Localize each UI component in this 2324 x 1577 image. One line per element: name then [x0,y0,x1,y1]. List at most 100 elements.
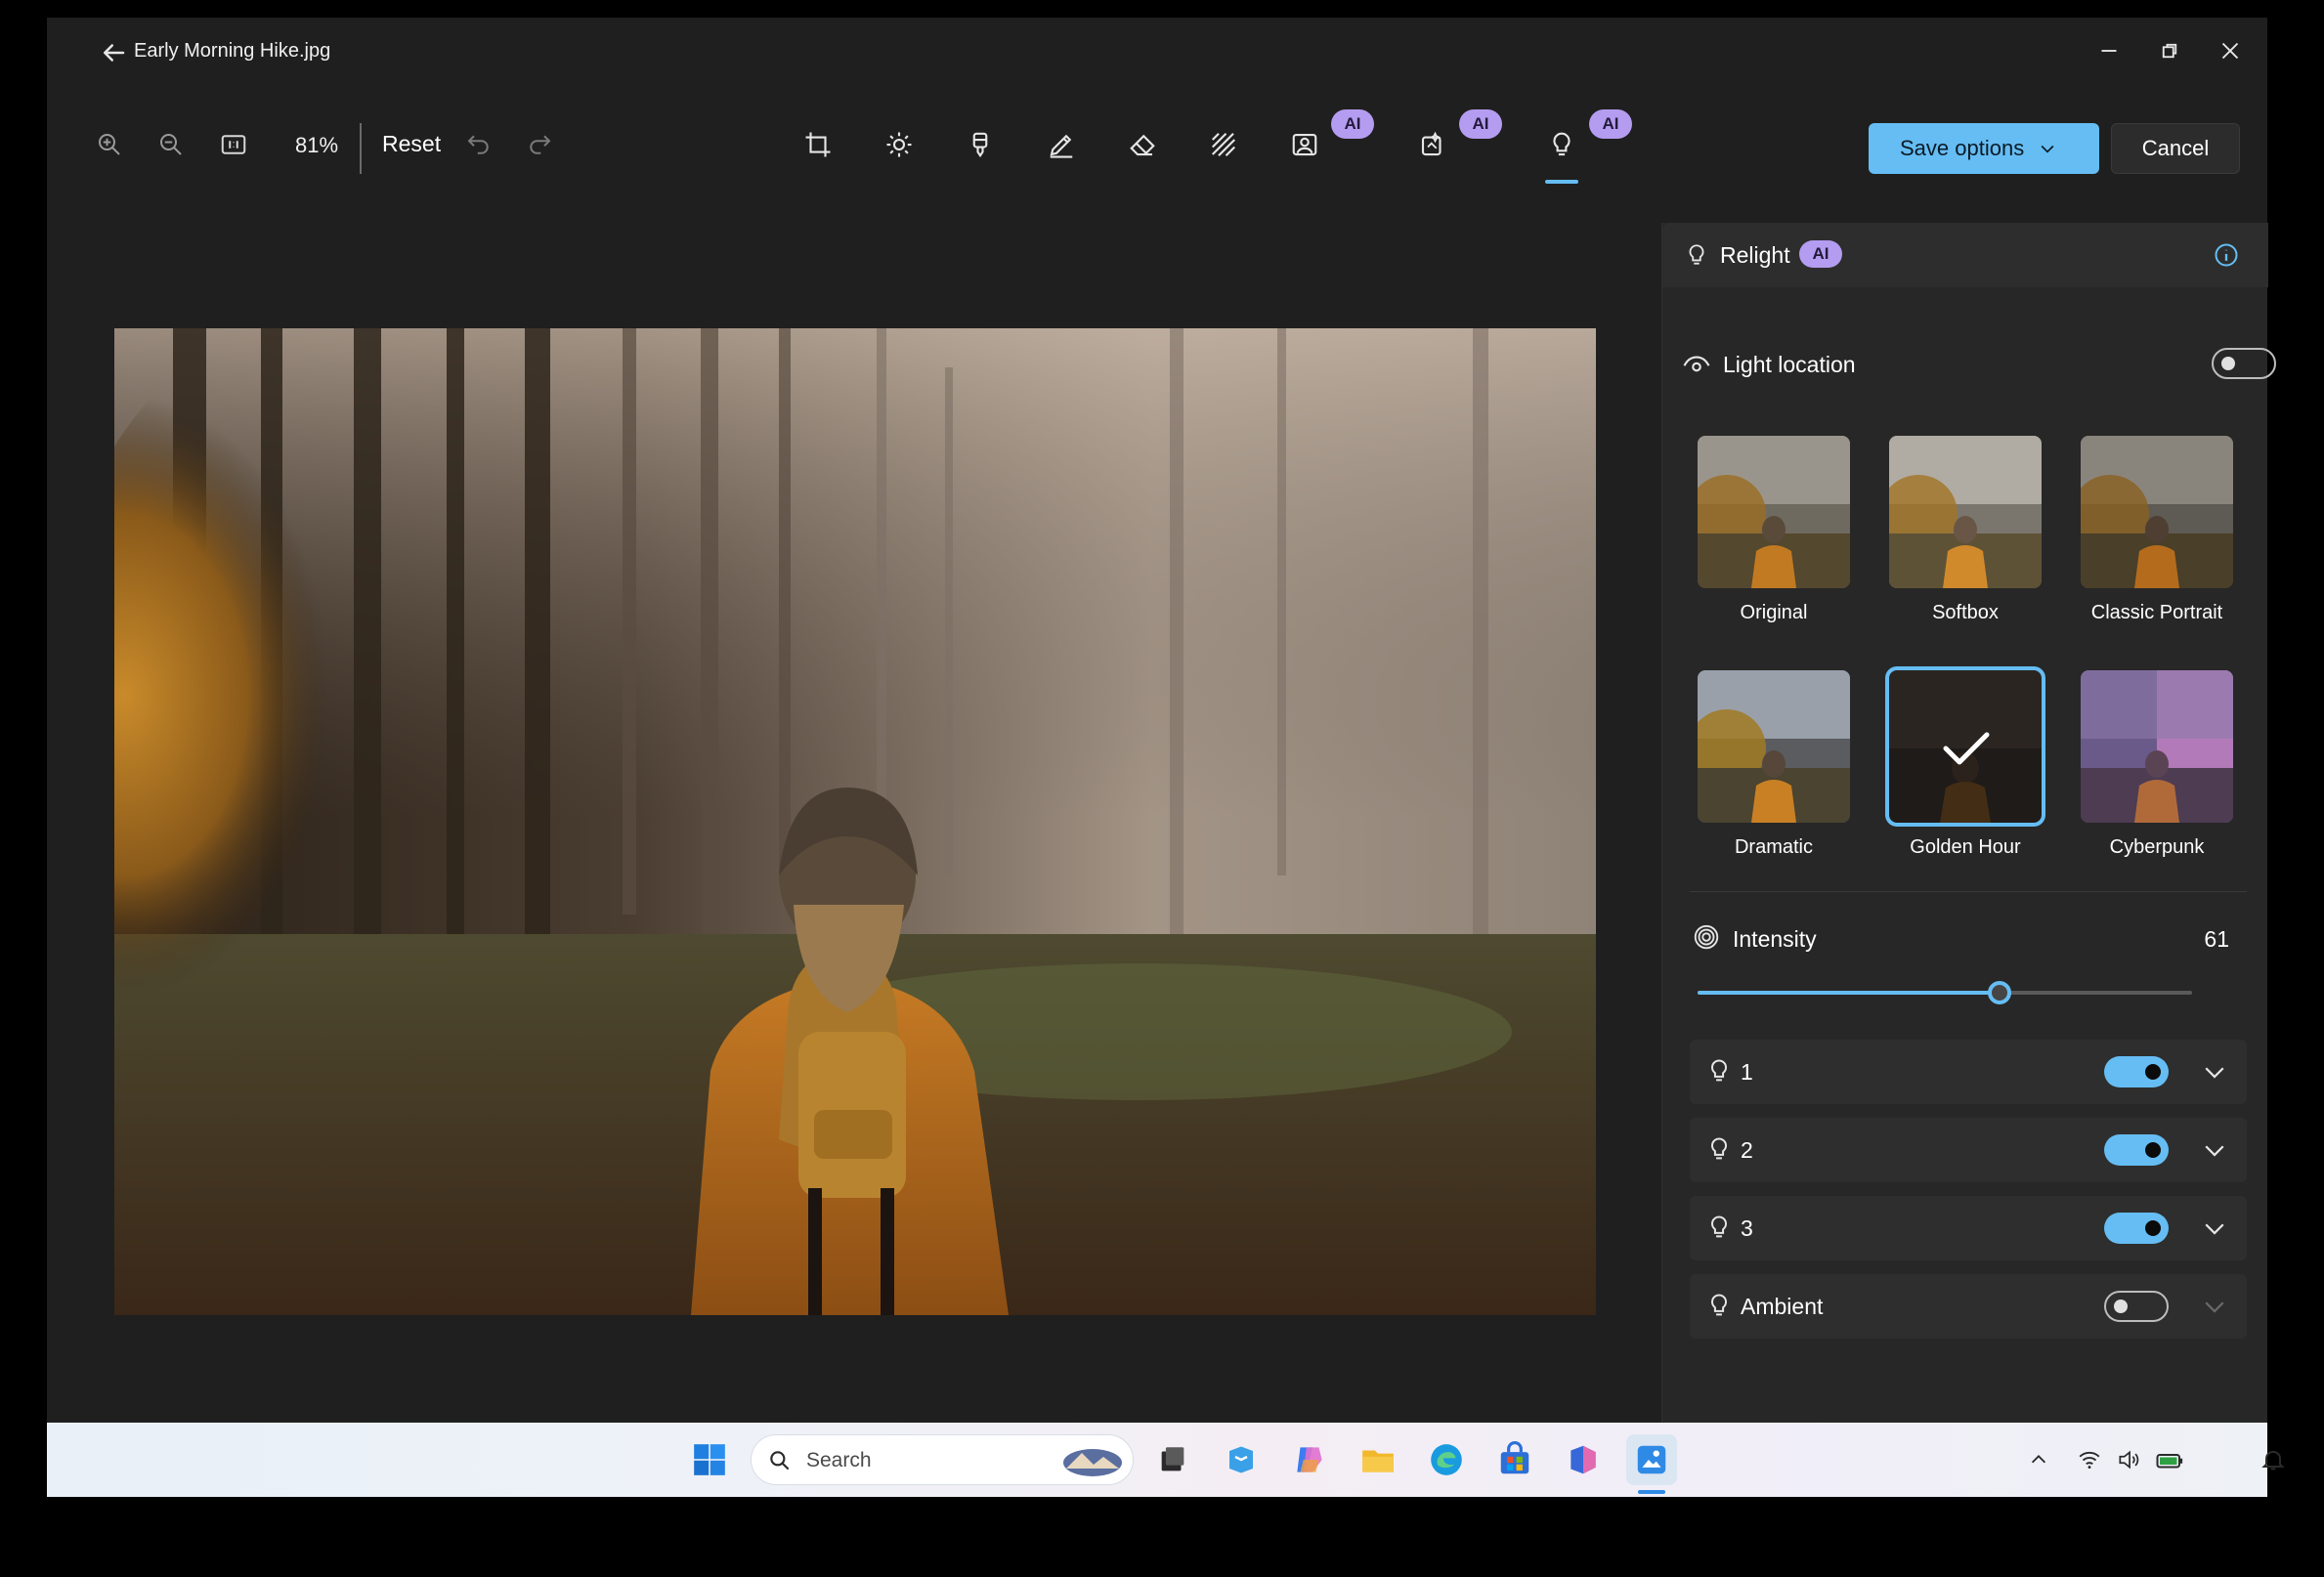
volume-button[interactable] [2109,1434,2148,1485]
network-button[interactable] [2070,1434,2109,1485]
zoom-in-button[interactable] [82,117,137,172]
intensity-value: 61 [2204,926,2229,952]
notifications-button[interactable] [2252,1434,2295,1485]
relight-panel: Relight AI Light location Original Softb… [1661,223,2276,1423]
zoom-out-icon [160,134,182,155]
light-location-toggle[interactable] [2212,348,2276,379]
toggle-knob [2145,1064,2161,1080]
light-row-2[interactable]: 2 [1690,1118,2247,1182]
redo-icon [530,135,551,154]
ai-badge: AI [1459,109,1502,139]
chevron-down-icon[interactable] [2200,1135,2229,1165]
photos-icon [1637,1445,1666,1474]
relight-tool-button[interactable] [1534,117,1589,172]
info-icon [2215,243,2238,267]
wifi-icon [2079,1451,2100,1469]
preset-softbox[interactable]: Softbox [1889,436,2042,624]
task-view-button[interactable] [1147,1434,1198,1485]
intensity-slider-fill [1698,991,2000,995]
actual-size-button[interactable] [206,117,261,172]
chevron-down-icon[interactable] [2200,1057,2229,1087]
minimize-button[interactable] [2080,23,2138,78]
close-button[interactable] [2201,23,2259,78]
erase-tool-button[interactable] [1115,117,1170,172]
generative-fill-button[interactable] [1405,117,1460,172]
preset-classic-portrait[interactable]: Classic Portrait [2081,436,2233,624]
light-toggle[interactable] [2104,1056,2169,1087]
back-button[interactable] [86,25,141,80]
lightbulb-icon [1711,1059,1727,1082]
crop-tool-button[interactable] [791,117,845,172]
chevron-down-icon [2041,145,2054,153]
markup-tool-button[interactable] [953,117,1008,172]
preset-label: Softbox [1932,602,1999,623]
preset-thumbnail [2081,670,2233,823]
blur-tool-button[interactable] [1196,117,1251,172]
show-hidden-icons-button[interactable] [2019,1434,2058,1485]
copilot-icon [1297,1447,1322,1472]
light-toggle[interactable] [2104,1213,2169,1244]
store-icon [1229,1446,1253,1473]
undo-icon [467,135,489,154]
copilot-button[interactable] [1284,1434,1335,1485]
reset-button[interactable]: Reset [382,131,441,157]
microsoft-store-button[interactable] [1489,1434,1540,1485]
ai-badge: AI [1799,240,1842,268]
save-options-button[interactable]: Save options [1869,123,2099,174]
volume-icon [2119,1450,2139,1470]
title-bar: Early Morning Hike.jpg [47,18,2267,86]
undo-button[interactable] [452,117,506,172]
taskbar: Search [47,1423,2285,1497]
chevron-down-icon[interactable] [2200,1214,2229,1243]
light-label: Ambient [1741,1294,1824,1319]
start-button[interactable] [684,1434,735,1485]
notification-bell-icon [2261,1450,2285,1470]
zoom-in-icon [99,134,120,155]
preset-preview-image [1889,670,2042,823]
info-button[interactable] [2200,229,2253,281]
file-explorer-button[interactable] [1353,1434,1403,1485]
zoom-out-button[interactable] [144,117,198,172]
light-row-1[interactable]: 1 [1690,1040,2247,1104]
toggle-knob [2221,357,2235,370]
light-label: 2 [1741,1137,1753,1163]
close-icon [2221,42,2239,60]
intensity-slider-thumb[interactable] [1988,981,2011,1004]
m365-button[interactable] [1558,1434,1609,1485]
crop-icon [805,132,831,157]
light-row-ambient[interactable]: Ambient [1690,1274,2247,1339]
background-tool-button[interactable] [1277,117,1332,172]
taskbar-search[interactable]: Search [751,1434,1134,1485]
battery-button[interactable] [2148,1434,2191,1485]
photos-app-button[interactable] [1626,1434,1677,1485]
draw-tool-button[interactable] [1034,117,1089,172]
editor-toolbar: 81% Reset AI AI AI Save options Cancel [47,86,2267,213]
lightbulb-icon [1711,1137,1727,1160]
restore-button[interactable] [2140,23,2199,78]
draw-icon [1050,134,1073,158]
search-icon [770,1451,790,1470]
preset-preview-image [2081,670,2233,823]
preset-golden-hour[interactable]: Golden Hour [1885,666,2045,859]
edge-button[interactable] [1421,1434,1472,1485]
photo-canvas[interactable] [114,328,1596,1315]
light-toggle[interactable] [2104,1291,2169,1322]
redo-button[interactable] [512,117,567,172]
zoom-level[interactable]: 81% [295,133,338,158]
store-app-button[interactable] [1216,1434,1267,1485]
preset-label: Cyberpunk [2109,836,2205,858]
preset-dramatic[interactable]: Dramatic [1698,670,1850,859]
toggle-knob [2145,1220,2161,1236]
light-row-3[interactable]: 3 [1690,1196,2247,1260]
preset-cyberpunk[interactable]: Cyberpunk [2081,670,2233,859]
preset-preview-image [1698,670,1850,823]
preset-original[interactable]: Original [1698,436,1850,624]
cancel-button[interactable]: Cancel [2111,123,2240,174]
minimize-icon [2101,50,2117,52]
light-label: 1 [1741,1059,1753,1085]
ai-badge: AI [1589,109,1632,139]
markup-icon [972,132,988,158]
adjust-tool-button[interactable] [872,117,926,172]
active-tool-indicator [1545,180,1578,184]
light-toggle[interactable] [2104,1134,2169,1166]
